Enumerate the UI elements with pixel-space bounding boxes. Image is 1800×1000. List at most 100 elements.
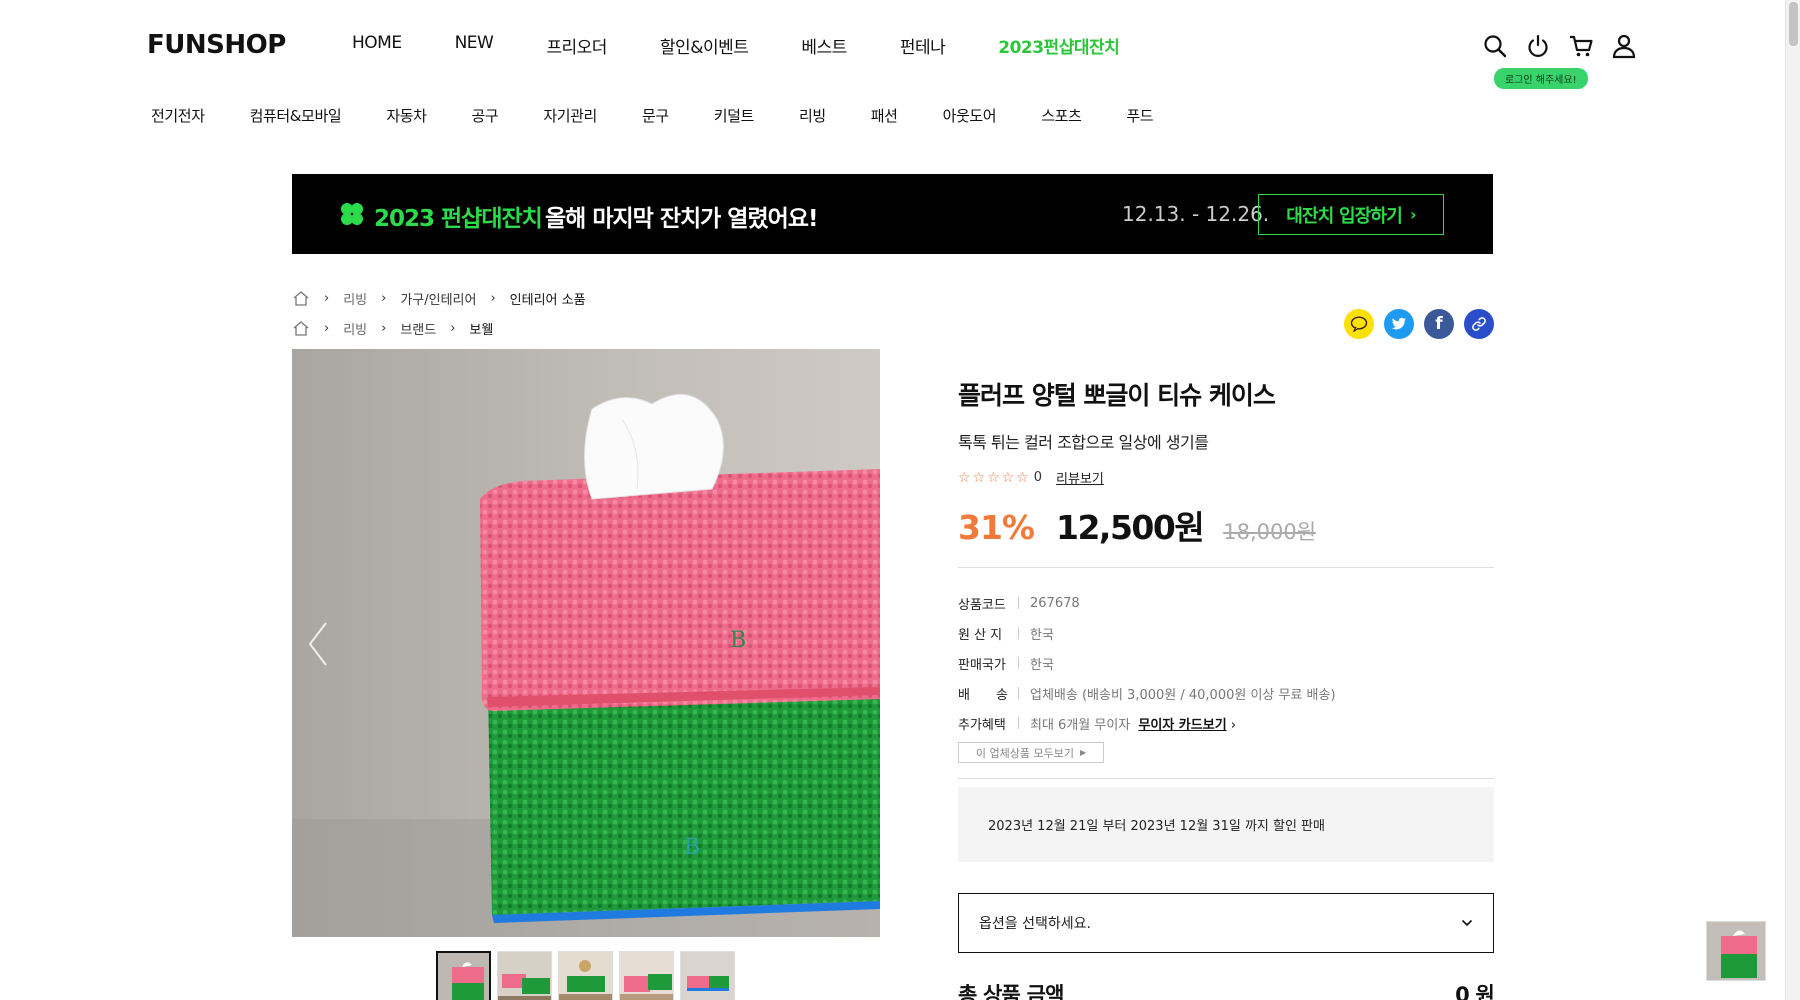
spec-value: 업체배송 (배송비 3,000원 / 40,000원 이상 무료 배송) xyxy=(1030,687,1336,703)
user-icon[interactable] xyxy=(1611,33,1637,59)
product-info: 플러프 양털 뽀글이 티슈 케이스 톡톡 튀는 컬러 조합으로 일상에 생기를 … xyxy=(958,376,1495,1000)
home-icon[interactable] xyxy=(292,290,310,307)
chevron-down-icon xyxy=(1461,919,1473,927)
category-nav: 전기전자 컴퓨터&모바일 자동차 공구 자기관리 문구 키덜트 리빙 패션 아웃… xyxy=(151,105,1154,126)
tissue-case-photo: B B xyxy=(292,349,880,937)
view-all-label: 이 업체상품 모두보기 xyxy=(975,746,1074,760)
twitter-icon[interactable] xyxy=(1384,309,1414,339)
price-block: 31% 12,500원 18,000원 xyxy=(958,501,1316,549)
home-icon[interactable] xyxy=(292,320,310,337)
view-all-vendor-products-button[interactable]: 이 업체상품 모두보기 ▶ xyxy=(958,742,1104,763)
breadcrumb-item[interactable]: 보웰 xyxy=(469,319,493,338)
product-subtitle: 톡톡 튀는 컬러 조합으로 일상에 생기를 xyxy=(958,433,1209,452)
category-item[interactable]: 리빙 xyxy=(799,105,826,126)
divider xyxy=(1018,657,1019,669)
divider xyxy=(958,567,1494,568)
nav-sale-event[interactable]: 할인&이벤트 xyxy=(660,33,749,58)
kakaotalk-icon[interactable] xyxy=(1344,309,1374,339)
view-reviews-link[interactable]: 리뷰보기 xyxy=(1056,468,1104,487)
scrollbar-thumb[interactable] xyxy=(1789,2,1798,46)
spec-key: 상품코드 xyxy=(958,597,1006,613)
chevron-right-icon: › xyxy=(490,291,496,306)
category-item[interactable]: 푸드 xyxy=(1126,105,1153,126)
spec-value: 한국 xyxy=(1030,627,1054,643)
thumbnail-list xyxy=(436,951,735,1000)
login-badge[interactable]: 로그인 해주세요! xyxy=(1494,68,1588,89)
nav-new[interactable]: NEW xyxy=(455,33,494,58)
chevron-right-icon: › xyxy=(324,321,330,336)
breadcrumb-item[interactable]: 리빙 xyxy=(343,319,367,338)
category-item[interactable]: 키덜트 xyxy=(714,105,755,126)
product-title: 플러프 양털 뽀글이 티슈 케이스 xyxy=(958,381,1276,410)
search-icon[interactable] xyxy=(1482,33,1508,59)
spec-value: 267678 xyxy=(1030,595,1080,611)
category-item[interactable]: 전기전자 xyxy=(151,105,205,126)
festival-enter-label: 대잔치 입장하기 xyxy=(1286,205,1403,227)
category-item[interactable]: 자기관리 xyxy=(543,105,597,126)
divider xyxy=(1018,717,1019,729)
site-logo[interactable]: FUNSHOP xyxy=(147,30,286,60)
recent-product-thumbnail[interactable] xyxy=(1706,921,1766,981)
chevron-right-icon: › xyxy=(381,321,387,336)
nav-preorder[interactable]: 프리오더 xyxy=(546,33,607,58)
category-item[interactable]: 아웃도어 xyxy=(943,105,997,126)
utility-menu xyxy=(1482,33,1637,59)
option-select[interactable]: 옵션을 선택하세요. xyxy=(958,893,1494,953)
category-item[interactable]: 스포츠 xyxy=(1041,105,1082,126)
breadcrumb-item[interactable]: 브랜드 xyxy=(400,319,436,338)
product-main-image: B B xyxy=(292,349,880,937)
category-item[interactable]: 컴퓨터&모바일 xyxy=(250,105,342,126)
nav-festival[interactable]: 2023펀샵대잔치 xyxy=(998,33,1120,58)
category-item[interactable]: 패션 xyxy=(871,105,898,126)
divider xyxy=(1018,597,1019,609)
chevron-left-icon[interactable] xyxy=(304,619,332,669)
svg-text:B: B xyxy=(684,835,700,860)
clover-icon xyxy=(341,203,363,225)
spec-table: 상품코드 267678 원 산 지 한국 판매국가 한국 배 송 업체배송 (배… xyxy=(958,588,1336,738)
category-item[interactable]: 문구 xyxy=(642,105,669,126)
spec-value: 최대 6개월 무이자 무이자 카드보기 › xyxy=(1030,714,1236,733)
cart-icon[interactable] xyxy=(1568,33,1594,59)
breadcrumb-item[interactable]: 가구/인테리어 xyxy=(400,289,476,308)
banner-date: 12.13. - 12.26. xyxy=(1122,202,1270,226)
spec-row: 배 송 업체배송 (배송비 3,000원 / 40,000원 이상 무료 배송) xyxy=(958,678,1336,708)
spec-row: 원 산 지 한국 xyxy=(958,618,1336,648)
spec-row: 상품코드 267678 xyxy=(958,588,1336,618)
product-thumbnail[interactable] xyxy=(436,951,491,1000)
total-label: 총 상품 금액 xyxy=(958,983,1064,1000)
category-item[interactable]: 자동차 xyxy=(386,105,427,126)
festival-enter-button[interactable]: 대잔치 입장하기 › xyxy=(1258,194,1444,235)
benefit-text: 최대 6개월 무이자 xyxy=(1030,717,1131,733)
spec-key: 추가혜택 xyxy=(958,717,1006,733)
discount-rate: 31% xyxy=(958,508,1035,547)
link-icon[interactable] xyxy=(1464,309,1494,339)
spec-key: 판매국가 xyxy=(958,657,1006,673)
power-icon[interactable] xyxy=(1525,33,1551,59)
scrollbar[interactable] xyxy=(1785,0,1800,1000)
product-thumbnail[interactable] xyxy=(680,951,735,1000)
facebook-icon[interactable]: f xyxy=(1424,309,1454,339)
product-thumbnail[interactable] xyxy=(558,951,613,1000)
nav-funtena[interactable]: 펀테나 xyxy=(900,33,946,58)
total-price: 총 상품 금액 0 원 xyxy=(958,979,1495,1000)
breadcrumb: › 리빙 › 브랜드 › 보웰 xyxy=(292,319,493,338)
product-thumbnail[interactable] xyxy=(497,951,552,1000)
interest-free-card-link[interactable]: 무이자 카드보기 xyxy=(1138,718,1226,733)
banner-subtitle: 올해 마지막 잔치가 열렸어요! xyxy=(545,206,818,232)
main-nav: HOME NEW 프리오더 할인&이벤트 베스트 펀테나 2023펀샵대잔치 xyxy=(352,33,1172,58)
nav-home[interactable]: HOME xyxy=(352,33,402,58)
star-rating-icon: ☆☆☆☆☆ xyxy=(958,469,1031,486)
breadcrumb-item[interactable]: 리빙 xyxy=(343,289,367,308)
share-buttons: f xyxy=(1344,309,1494,339)
breadcrumb-item[interactable]: 인테리어 소품 xyxy=(510,289,586,308)
nav-best[interactable]: 베스트 xyxy=(801,33,847,58)
sale-price: 12,500원 xyxy=(1056,508,1205,547)
spec-value: 한국 xyxy=(1030,657,1054,673)
product-thumbnail[interactable] xyxy=(619,951,674,1000)
event-banner[interactable]: 2023 펀샵대잔치 올해 마지막 잔치가 열렸어요! 12.13. - 12.… xyxy=(292,174,1493,254)
sale-period-notice: 2023년 12월 21일 부터 2023년 12월 31일 까지 할인 판매 xyxy=(958,787,1494,862)
triangle-right-icon: ▶ xyxy=(1079,748,1087,757)
chevron-right-icon: › xyxy=(1410,205,1417,224)
category-item[interactable]: 공구 xyxy=(472,105,499,126)
divider xyxy=(1018,627,1019,639)
